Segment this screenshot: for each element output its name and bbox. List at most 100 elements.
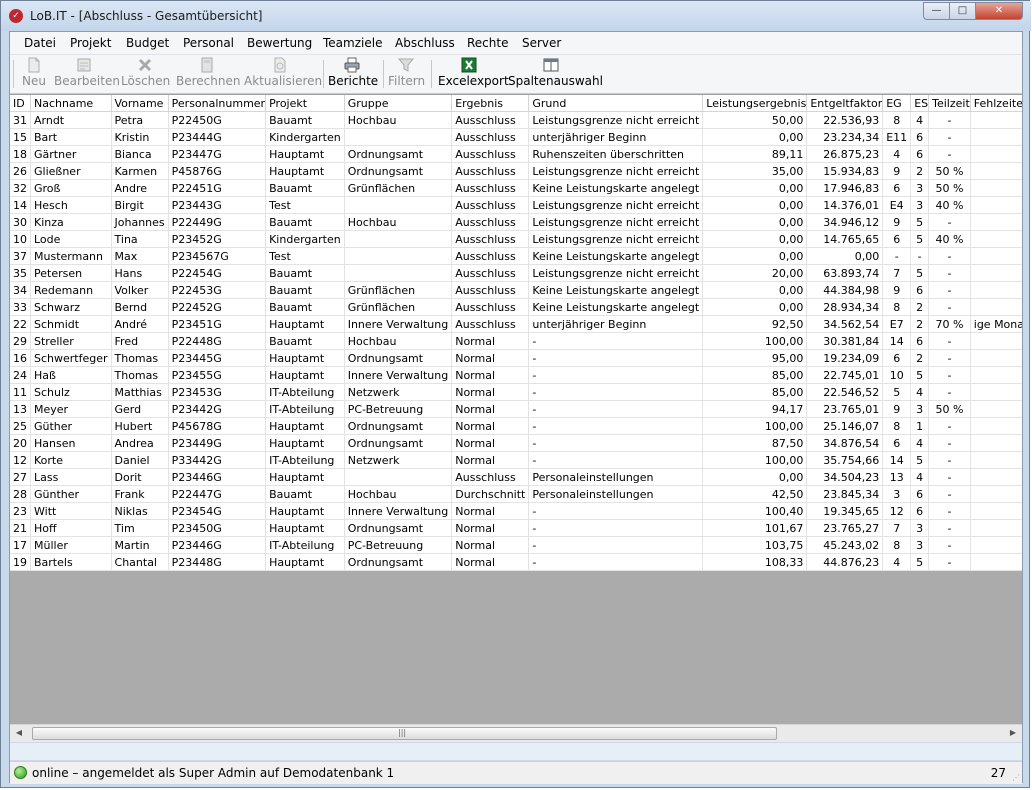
calculate-label: Berechnen <box>176 74 241 88</box>
excel-icon <box>461 57 477 73</box>
minimize-button[interactable]: — <box>923 2 950 20</box>
table-cell: PC-Betreuung <box>344 536 453 554</box>
delete-label: Löschen <box>121 74 171 88</box>
column-header[interactable]: EG <box>882 95 912 112</box>
table-row[interactable]: 29 Streller Fred P22448G Bauamt Hochbau Normal… <box>10 332 1022 350</box>
table-cell: 13 <box>882 468 912 486</box>
menu-datei[interactable]: Datei <box>24 36 56 50</box>
table-row[interactable]: 26 Gließner Karmen P45876G Hauptamt Ordnungsa… <box>10 162 1022 180</box>
table-row[interactable]: 32 Groß Andre P22451G Bauamt Grünflächen Aussc… <box>10 179 1022 197</box>
table-row[interactable]: 15 Bart Kristin P23444G Kindergarten Ausschlu… <box>10 128 1022 146</box>
column-header[interactable]: Entgeltfaktor <box>806 95 884 112</box>
table-cell: Schulz <box>30 383 112 401</box>
new-button[interactable]: Neu <box>21 57 47 91</box>
table-cell: 2 <box>910 315 930 333</box>
menu-projekt[interactable]: Projekt <box>70 36 111 50</box>
table-cell: 5 <box>910 264 930 282</box>
column-header[interactable]: ID <box>10 95 31 112</box>
scroll-left-arrow-icon[interactable]: ◀ <box>13 727 25 739</box>
horizontal-scrollbar[interactable]: ◀ ||| ▶ <box>10 724 1022 742</box>
maximize-button[interactable]: □ <box>949 2 976 20</box>
menu-bewertung[interactable]: Bewertung <box>247 36 312 50</box>
table-row[interactable]: 18 Gärtner Bianca P23447G Hauptamt Ordnungsam… <box>10 145 1022 163</box>
table-cell: P22447G <box>168 485 267 503</box>
table-row[interactable]: 17 Müller Martin P23446G IT-Abteilung PC-Betr… <box>10 536 1022 554</box>
table-cell: - <box>970 264 1022 282</box>
column-header[interactable]: Grund <box>528 95 704 112</box>
scroll-right-arrow-icon[interactable]: ▶ <box>1007 727 1019 739</box>
title-bar[interactable]: ✓ LoB.IT - [Abschluss - Gesamtübersicht]… <box>1 1 1031 31</box>
column-header[interactable]: Leistungsergebnis <box>702 95 808 112</box>
table-row[interactable]: 24 Haß Thomas P23455G Hauptamt Innere Verwalt… <box>10 366 1022 384</box>
table-row[interactable]: 33 Schwarz Bernd P22452G Bauamt Grünflächen Au… <box>10 298 1022 316</box>
table-row[interactable]: 35 Petersen Hans P22454G Bauamt Ausschluss Lei… <box>10 264 1022 282</box>
table-row[interactable]: 34 Redemann Volker P22453G Bauamt Grünflächen… <box>10 281 1022 299</box>
table-cell: 19 <box>10 553 31 571</box>
calculate-button[interactable]: Berechnen <box>176 57 241 91</box>
table-cell: 33 <box>10 298 31 316</box>
table-row[interactable]: 23 Witt Niklas P23454G Hauptamt Innere Verwal… <box>10 502 1022 520</box>
table-row[interactable]: 20 Hansen Andrea P23449G Hauptamt Ordnungsamt… <box>10 434 1022 452</box>
table-row[interactable]: 31 Arndt Petra P22450G Bauamt Hochbau Ausschlu… <box>10 111 1022 129</box>
table-cell: Personaleinstellungen <box>528 485 704 503</box>
table-row[interactable]: 19 Bartels Chantal P23448G Hauptamt Ordnungsa… <box>10 553 1022 571</box>
table-row[interactable]: 21 Hoff Tim P23450G Hauptamt Ordnungsamt Norma… <box>10 519 1022 537</box>
table-cell: 100,40 <box>702 502 808 520</box>
column-header[interactable]: Gruppe <box>344 95 453 112</box>
table-row[interactable]: 11 Schulz Matthias P23453G IT-Abteilung Netzw… <box>10 383 1022 401</box>
column-header[interactable]: ES <box>910 95 930 112</box>
table-cell: 18 <box>10 145 31 163</box>
excel-export-button[interactable]: Excelexport <box>438 57 509 91</box>
delete-button[interactable]: Löschen <box>121 57 171 91</box>
table-cell: - <box>528 366 704 384</box>
column-header[interactable]: Nachname <box>30 95 112 112</box>
table-cell: Niklas <box>111 502 169 520</box>
table-cell: PC-Betreuung <box>344 400 453 418</box>
menu-personal[interactable]: Personal <box>183 36 234 50</box>
column-selection-button[interactable]: Spaltenauswahl <box>508 57 603 91</box>
table-cell: Hauptamt <box>265 349 345 367</box>
table-row[interactable]: 37 Mustermann Max P234567G Test Ausschluss Kei… <box>10 247 1022 265</box>
table-row[interactable]: 28 Günther Frank P22447G Bauamt Hochbau Durchs… <box>10 485 1022 503</box>
column-header[interactable]: Personalnummer <box>168 95 267 112</box>
table-row[interactable]: 16 Schwertfeger Thomas P23445G Hauptamt Ordnu… <box>10 349 1022 367</box>
data-grid[interactable]: ID Nachname Vorname Personalnummer Projekt Gr… <box>10 94 1022 725</box>
close-button[interactable]: ✕ <box>975 2 1023 20</box>
table-cell: Hans <box>111 264 169 282</box>
table-row[interactable]: 25 Güther Hubert P45678G Hauptamt Ordnungsamt… <box>10 417 1022 435</box>
column-header[interactable]: Vorname <box>111 95 169 112</box>
table-row[interactable]: 10 Lode Tina P23452G Kindergarten Ausschluss L… <box>10 230 1022 248</box>
edit-button[interactable]: Bearbeiten <box>54 57 120 91</box>
table-cell: Ausschluss <box>451 179 530 197</box>
menu-abschluss[interactable]: Abschluss <box>395 36 455 50</box>
table-cell: 35.754,66 <box>806 451 884 469</box>
table-cell: Ordnungsamt <box>344 162 453 180</box>
column-header[interactable]: Ergebnis <box>451 95 530 112</box>
column-header[interactable]: Projekt <box>265 95 345 112</box>
table-cell: - <box>528 451 704 469</box>
resize-grip-icon[interactable]: ⋰ <box>1012 773 1020 782</box>
column-header[interactable]: Fehlzeiten <box>970 95 1022 112</box>
table-cell: 4 <box>910 468 930 486</box>
reports-button[interactable]: Berichte <box>328 57 378 91</box>
refresh-button[interactable]: Aktualisieren <box>244 57 322 91</box>
column-header[interactable]: Teilzeit <box>928 95 971 112</box>
table-cell: 100,00 <box>702 332 808 350</box>
filter-button[interactable]: Filtern <box>388 57 425 91</box>
table-cell: - <box>928 502 971 520</box>
menu-rechte[interactable]: Rechte <box>467 36 508 50</box>
table-cell: P23448G <box>168 553 267 571</box>
table-cell: Normal <box>451 400 530 418</box>
table-row[interactable]: 13 Meyer Gerd P23442G IT-Abteilung PC-Betreuu… <box>10 400 1022 418</box>
table-row[interactable]: 27 Lass Dorit P23446G Hauptamt Ausschluss Pers… <box>10 468 1022 486</box>
table-row[interactable]: 12 Korte Daniel P33442G IT-Abteilung Netzwerk… <box>10 451 1022 469</box>
table-cell: 14 <box>882 332 912 350</box>
table-cell: 85,00 <box>702 366 808 384</box>
scrollbar-thumb[interactable]: ||| <box>32 727 777 740</box>
menu-teamziele[interactable]: Teamziele <box>323 36 382 50</box>
table-row[interactable]: 30 Kinza Johannes P22449G Bauamt Hochbau Aussc… <box>10 213 1022 231</box>
menu-server[interactable]: Server <box>522 36 561 50</box>
table-row[interactable]: 14 Hesch Birgit P23443G Test Ausschluss Leistu… <box>10 196 1022 214</box>
menu-budget[interactable]: Budget <box>126 36 169 50</box>
table-row[interactable]: 22 Schmidt André P23451G Hauptamt Innere Verw… <box>10 315 1022 333</box>
